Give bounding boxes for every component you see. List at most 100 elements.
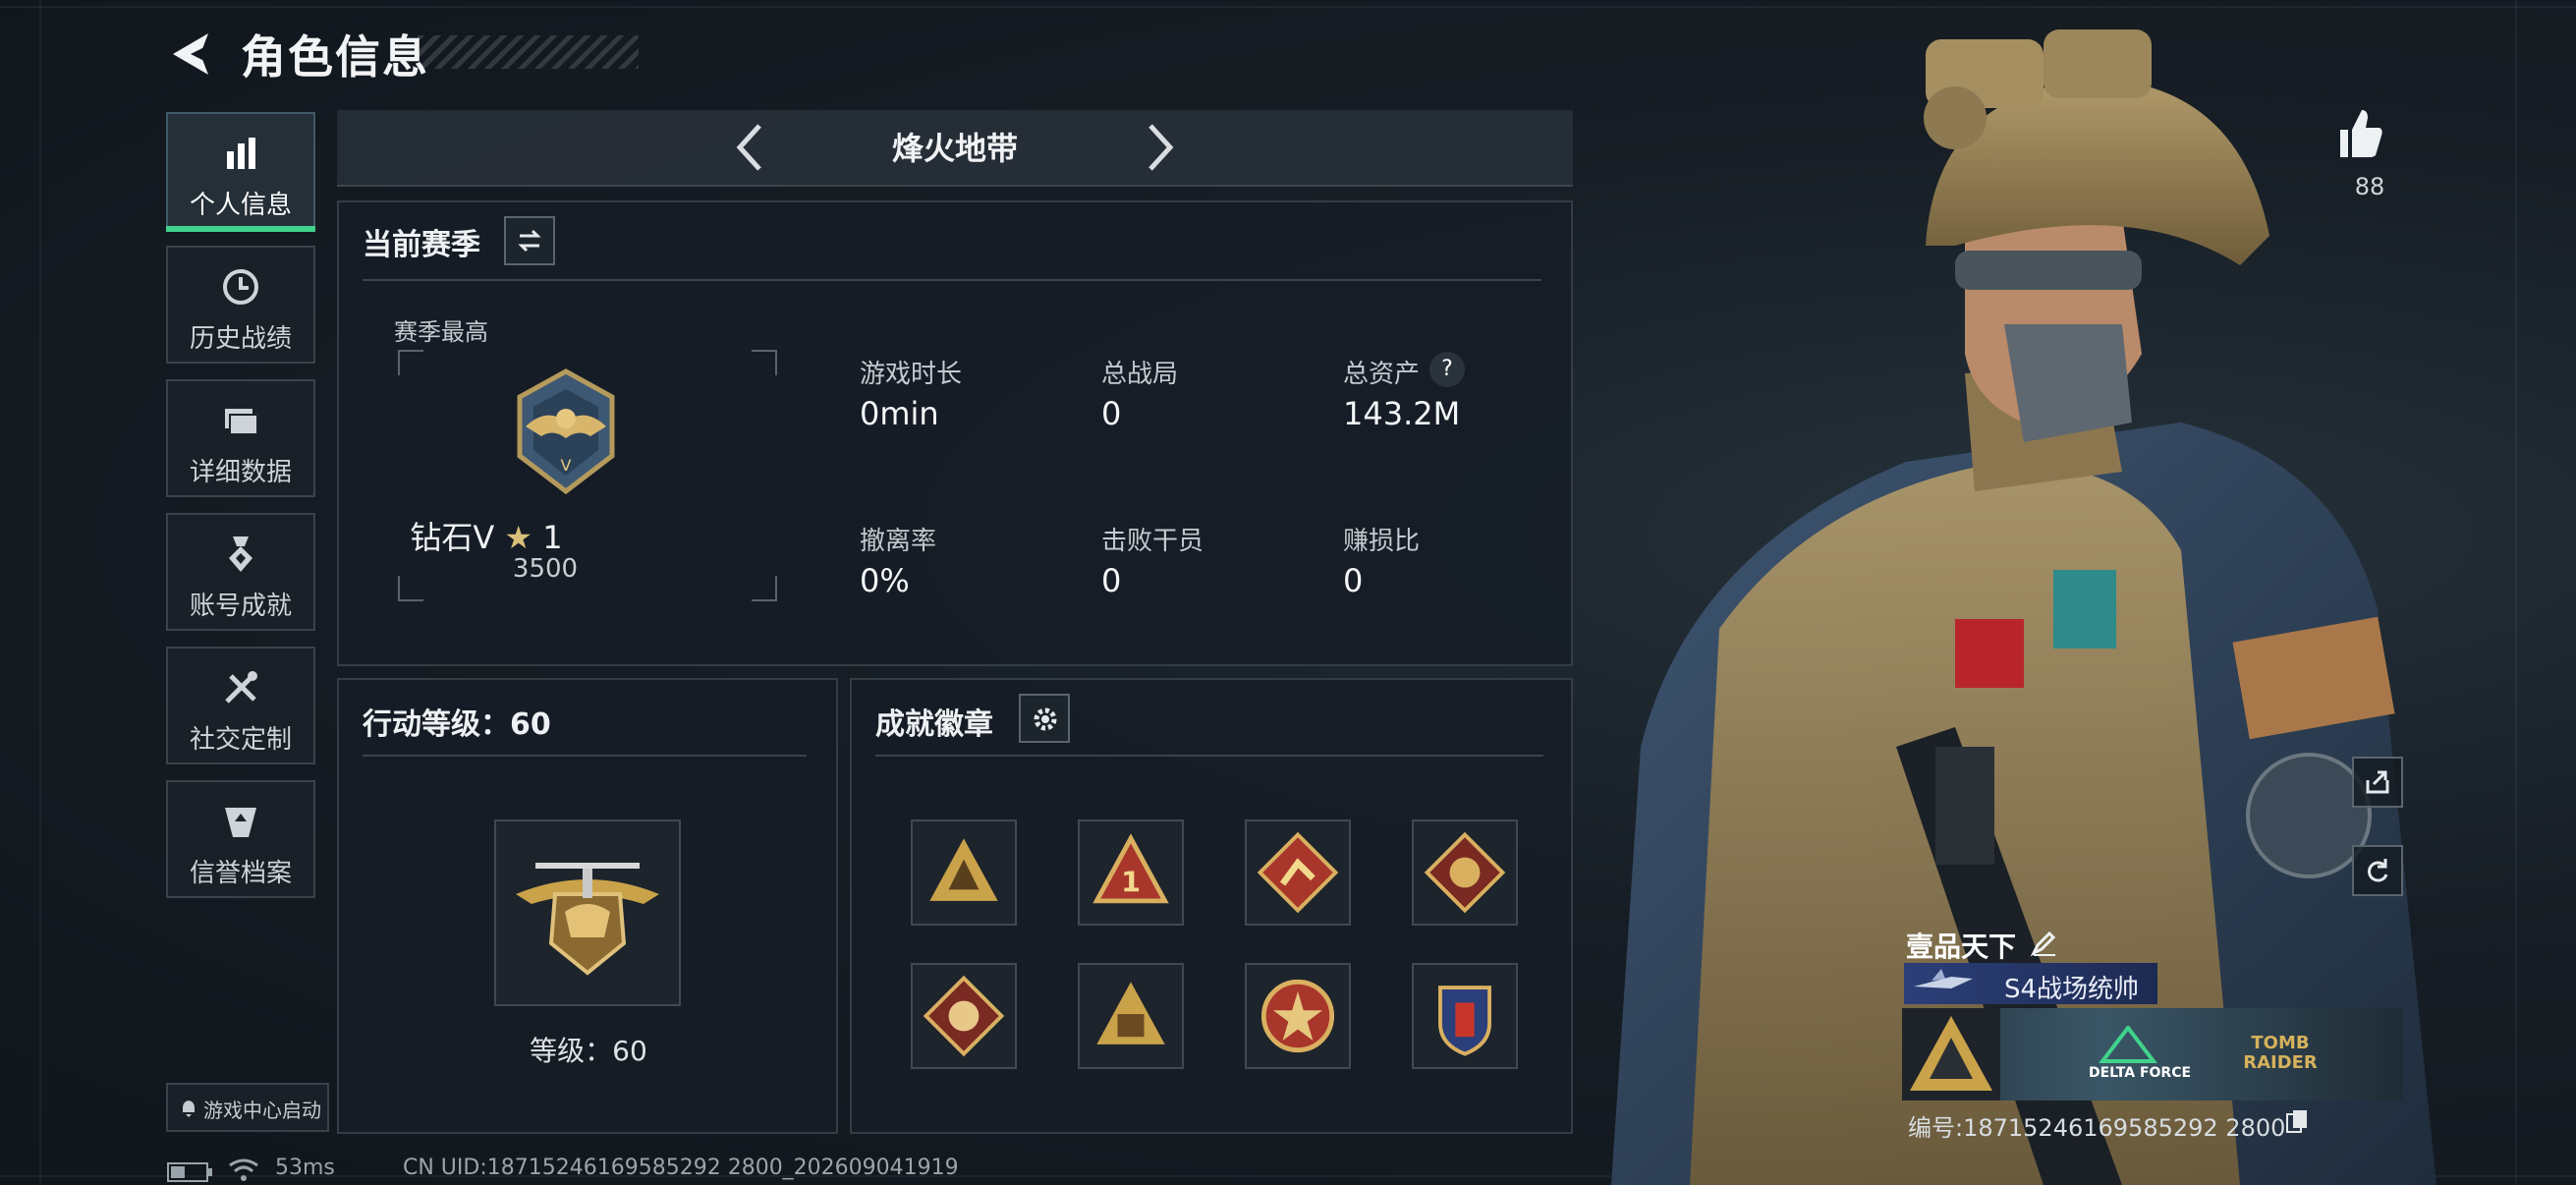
nav-item-label: 详细数据 — [189, 458, 292, 487]
triangle-badge-icon — [929, 838, 998, 901]
achievement-badge[interactable] — [1412, 819, 1518, 926]
badge-settings-button[interactable] — [1019, 694, 1070, 743]
stat-label: 击败干员 — [1101, 527, 1204, 556]
achievement-badge[interactable] — [911, 819, 1017, 926]
level-text: 等级：60 — [530, 1035, 647, 1067]
rank-stars: 1 — [542, 519, 563, 556]
swap-arrows-icon — [518, 229, 541, 253]
nav-item-label: 历史战绩 — [189, 324, 292, 354]
nav-item-achievements[interactable]: 账号成就 — [166, 513, 315, 631]
season-peak-label: 赛季最高 — [394, 318, 488, 346]
diamond-rank-emblem-icon: V — [517, 368, 615, 495]
mode-selector: 烽火地带 — [337, 110, 1573, 187]
battery-icon — [167, 1162, 212, 1182]
nav-item-social-custom[interactable]: 社交定制 — [166, 647, 315, 764]
player-title: S4战场统帅 — [2004, 975, 2140, 1004]
ping-value: 53ms — [275, 1156, 335, 1180]
stat-label: 赚损比 — [1343, 527, 1421, 556]
player-name: 壹品天下 — [1906, 931, 2017, 963]
action-level-panel: 行动等级：60 等级：60 — [337, 678, 838, 1134]
achievements-title: 成就徽章 — [875, 707, 993, 742]
wifi-icon — [229, 1158, 258, 1181]
switch-season-button[interactable] — [504, 216, 555, 265]
back-arrow-icon[interactable] — [165, 29, 218, 79]
stat-value: 143.2M — [1343, 395, 1461, 432]
achievement-badges-panel: 成就徽章 1 — [850, 678, 1573, 1134]
divider — [363, 279, 1541, 281]
star-icon: ★ — [504, 519, 533, 556]
game-center-launch-button[interactable]: 游戏中心启动 — [166, 1083, 329, 1132]
dragon-badge-icon — [923, 975, 1005, 1057]
dragon-badge-icon — [1424, 831, 1506, 914]
nav-item-label: 信誉档案 — [189, 859, 292, 888]
bell-icon — [183, 1100, 195, 1117]
runner-badge-icon — [1257, 831, 1339, 914]
rank-name: 钻石V — [410, 519, 495, 556]
helicopter-emblem-icon — [516, 863, 659, 976]
stat-value: 0 — [1101, 395, 1122, 432]
player-title-bar: S4战场统帅 — [1904, 963, 2157, 1004]
refresh-button[interactable] — [2352, 845, 2403, 896]
level-emblem-frame — [494, 819, 681, 1006]
achievement-badge[interactable] — [1412, 963, 1518, 1069]
help-icon[interactable]: ? — [1429, 352, 1465, 387]
achievement-badge[interactable] — [911, 963, 1017, 1069]
like-count: 88 — [2354, 173, 2385, 200]
mode-label: 烽火地带 — [891, 130, 1018, 167]
delta-force-logo-icon — [2099, 1026, 2157, 1063]
grid-line — [39, 0, 41, 1185]
thumbs-up-icon[interactable] — [2334, 106, 2385, 161]
number-one-badge-icon: 1 — [1092, 833, 1169, 904]
svg-text:1: 1 — [1121, 865, 1141, 898]
account-uid: CN UID:18715246169585292 2800_2026090419… — [403, 1156, 959, 1180]
shield-icon — [225, 808, 256, 837]
bar-chart-icon — [227, 138, 255, 169]
season-title: 当前赛季 — [363, 228, 480, 262]
nav-item-label: 个人信息 — [189, 191, 292, 220]
tools-icon — [225, 671, 257, 704]
nav-item-label: 社交定制 — [189, 725, 292, 755]
stat-value: 0min — [860, 395, 939, 432]
banner-brand-2: TOMB RAIDER — [2243, 1033, 2318, 1073]
banner-emblem-icon — [1902, 1008, 2000, 1100]
banner-brand-1: DELTA FORCE — [2089, 1065, 2192, 1081]
nav-item-personal-info[interactable]: 个人信息 — [166, 112, 315, 232]
stat-label: 总战局 — [1101, 360, 1179, 389]
nav-item-credit-record[interactable]: 信誉档案 — [166, 780, 315, 898]
clock-icon — [223, 269, 258, 305]
divider — [363, 755, 807, 757]
page-title: 角色信息 — [241, 30, 429, 84]
frame-corner — [752, 576, 777, 601]
achievement-badge[interactable] — [1245, 819, 1351, 926]
stat-label: 撤离率 — [860, 527, 937, 556]
nav-item-detailed-data[interactable]: 详细数据 — [166, 379, 315, 497]
aircraft-icon — [1914, 969, 1973, 988]
launch-label: 游戏中心启动 — [203, 1099, 321, 1122]
edit-pencil-icon[interactable] — [2030, 928, 2059, 957]
folders-icon — [225, 409, 258, 435]
title-decoration — [418, 35, 639, 69]
chevron-right-icon[interactable] — [1141, 120, 1180, 175]
stat-label: 总资产 — [1343, 360, 1421, 389]
player-banner: DELTA FORCE TOMB RAIDER — [1902, 1008, 2403, 1100]
current-season-panel: 当前赛季 赛季最高 V 钻石V ★ 1 3500 游戏时长 0min 总战局 0… — [337, 200, 1573, 666]
share-button[interactable] — [2352, 757, 2403, 808]
gear-icon — [1034, 707, 1057, 731]
refresh-icon — [2368, 859, 2388, 882]
stat-value: 0 — [1343, 562, 1364, 599]
stat-label: 游戏时长 — [860, 360, 963, 389]
nav-item-match-history[interactable]: 历史战绩 — [166, 246, 315, 364]
medal-icon — [229, 536, 252, 572]
star-medal-badge-icon — [1260, 979, 1335, 1053]
shield-stars-badge-icon — [1438, 986, 1491, 1056]
rank-score: 3500 — [512, 554, 579, 584]
stat-value: 0 — [1101, 562, 1122, 599]
copy-icon[interactable] — [2285, 1108, 2309, 1136]
achievement-badge[interactable] — [1078, 963, 1184, 1069]
squad-badge-icon — [1096, 982, 1165, 1044]
action-level-title: 行动等级：60 — [363, 707, 551, 742]
stat-value: 0% — [860, 562, 910, 599]
achievement-badge[interactable]: 1 — [1078, 819, 1184, 926]
achievement-badge[interactable] — [1245, 963, 1351, 1069]
share-icon — [2366, 770, 2389, 794]
